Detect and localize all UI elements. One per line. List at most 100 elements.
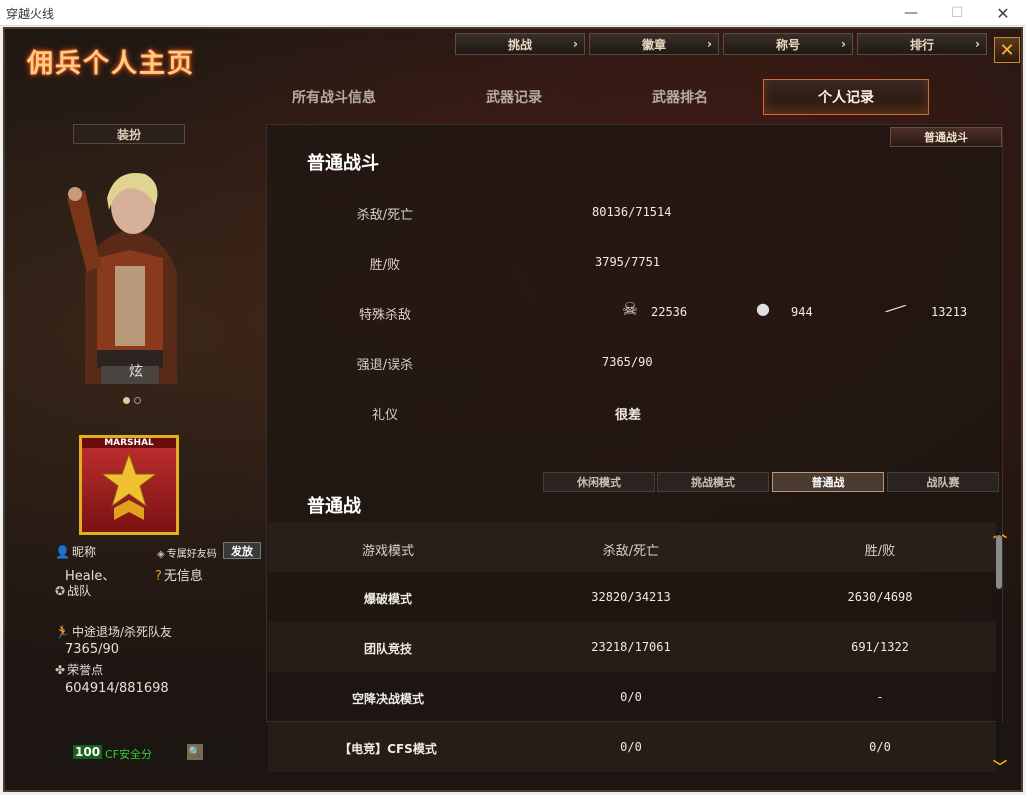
challenge-button-label: 挑战	[507, 37, 532, 52]
badge-button-label: 徽章	[641, 37, 666, 52]
row-kd: 23218/17061	[591, 640, 671, 654]
stat-label-etiquette: 礼仪	[371, 408, 398, 423]
row-kd: 0/0	[620, 690, 642, 704]
skull-icon: ☠	[622, 299, 639, 320]
friend-code-row: ◈ 专属好友码	[157, 545, 217, 560]
row-wl: 0/0	[869, 740, 891, 754]
ranking-button[interactable]: 排行 ›	[857, 33, 987, 55]
star-rank-icon	[100, 452, 158, 520]
stat-value-etiquette: 很差	[615, 408, 642, 423]
maximize-button[interactable]: ☐	[934, 0, 980, 26]
header-game-mode: 游戏模式	[361, 544, 414, 559]
title-button-label: 称号	[775, 37, 800, 52]
stat-label-kd: 杀敌/死亡	[356, 208, 414, 223]
header-kd: 杀敌/死亡	[602, 544, 660, 559]
normal-battle-button[interactable]: 普通战斗	[890, 127, 1002, 147]
window-title: 穿越火线	[6, 7, 55, 21]
minimize-button[interactable]: —	[888, 0, 934, 26]
search-icon[interactable]: 🔍	[187, 744, 203, 760]
chevron-right-icon: ›	[573, 37, 578, 51]
honor-label: 荣誉点	[67, 663, 104, 677]
no-info-text: 无信息	[163, 569, 203, 584]
tab-personal-records[interactable]: 个人记录	[763, 79, 929, 115]
tab-weapon-records[interactable]: 武器记录	[431, 79, 597, 115]
quit-label: 中途退场/杀死队友	[71, 625, 172, 639]
stat-label-quit: 强退/误杀	[356, 358, 414, 373]
stat-value-kd: 80136/71514	[592, 205, 672, 219]
nickname-row: 👤 昵称	[55, 543, 96, 560]
row-mode: 【电竞】CFS模式	[339, 742, 437, 756]
chevron-right-icon: ›	[707, 37, 712, 51]
grenade-icon: ●	[756, 299, 770, 318]
row-wl: -	[876, 690, 884, 704]
quit-value: 7365/90	[65, 642, 120, 657]
challenge-button[interactable]: 挑战 ›	[455, 33, 585, 55]
no-info-row: ? 无信息	[155, 565, 203, 584]
friend-code-label: 专属好友码	[166, 549, 217, 560]
ranking-button-label: 排行	[909, 37, 934, 52]
stat-label-wl: 胜/败	[369, 258, 401, 273]
nickname-label: 昵称	[71, 545, 96, 559]
normal-fight-title: 普通战斗	[307, 153, 379, 174]
badge-button[interactable]: 徽章 ›	[589, 33, 719, 55]
table-row: 爆破模式 32820/34213 2630/4698	[268, 572, 996, 622]
chevron-right-icon: ›	[841, 37, 846, 51]
team-icon: ✪	[55, 584, 66, 598]
team-row: ✪ 战队	[55, 582, 91, 599]
team-label: 战队	[67, 584, 92, 598]
row-kd: 32820/34213	[591, 590, 671, 604]
scrollbar-thumb[interactable]	[996, 535, 1002, 589]
row-mode: 空降决战模式	[351, 692, 424, 706]
header-wl: 胜/败	[864, 544, 896, 559]
table-row: 团队竞技 23218/17061 691/1322	[268, 622, 996, 672]
tab-normal-war[interactable]: 普通战	[772, 472, 884, 492]
table-row: 空降决战模式 0/0 -	[268, 672, 996, 722]
tag-icon: ◈	[157, 549, 165, 560]
stat-value-wl: 3795/7751	[595, 255, 661, 269]
row-mode: 爆破模式	[363, 592, 412, 606]
quit-row: 🏃 中途退场/杀死队友	[55, 623, 172, 640]
table-row: 【电竞】CFS模式 0/0 0/0	[268, 722, 996, 772]
window-close-button[interactable]: ✕	[980, 0, 1026, 26]
carousel-dot-active[interactable]	[123, 397, 130, 404]
tab-challenge-mode[interactable]: 挑战模式	[657, 472, 769, 492]
table-header: 游戏模式 杀敌/死亡 胜/败	[268, 522, 996, 572]
row-kd: 0/0	[620, 740, 642, 754]
security-score-bar: 100 CF安全分 🔍	[61, 742, 231, 764]
tab-weapon-ranking[interactable]: 武器排名	[597, 79, 763, 115]
close-icon[interactable]: ✕	[994, 37, 1020, 63]
normal-war-title: 普通战	[307, 496, 361, 517]
row-wl: 2630/4698	[847, 590, 913, 604]
person-icon: 👤	[55, 545, 70, 559]
chevron-right-icon: ›	[975, 37, 980, 51]
character-name: 炫	[129, 364, 143, 380]
special-kill-knife: 13213	[931, 305, 968, 319]
security-label: CF安全分	[105, 748, 153, 761]
title-button[interactable]: 称号 ›	[723, 33, 853, 55]
gift-button[interactable]: 发放	[223, 542, 261, 559]
rank-badge: MARSHAL	[79, 435, 179, 535]
honor-icon: ✤	[55, 663, 66, 677]
game-frame: 佣兵个人主页 挑战 › 徽章 › 称号 › 排行 › ✕ 所有战斗信息 武器记录 武器排…	[3, 27, 1023, 792]
honor-value: 604914/881698	[65, 681, 169, 696]
costume-button[interactable]: 装扮	[73, 124, 185, 144]
character-portrait	[67, 173, 177, 384]
tab-clan-war[interactable]: 战队赛	[887, 472, 999, 492]
carousel-dots[interactable]	[123, 389, 145, 408]
row-mode: 团队竞技	[363, 642, 412, 656]
special-kill-grenade: 944	[791, 305, 813, 319]
tab-casual-mode[interactable]: 休闲模式	[543, 472, 655, 492]
scroll-down-icon[interactable]: ﹀	[993, 757, 1007, 777]
security-score: 100	[73, 745, 103, 759]
row-wl: 691/1322	[851, 640, 909, 654]
special-kill-headshot: 22536	[651, 305, 688, 319]
honor-row: ✤ 荣誉点	[55, 661, 103, 678]
carousel-dot[interactable]	[134, 397, 141, 404]
stat-value-quit: 7365/90	[602, 355, 653, 369]
window-titlebar: 穿越火线 — ☐ ✕	[0, 0, 1026, 26]
tab-all-battle-info[interactable]: 所有战斗信息	[251, 79, 417, 115]
page-title: 佣兵个人主页	[27, 49, 196, 79]
question-icon: ?	[155, 569, 162, 584]
running-icon: 🏃	[55, 625, 70, 639]
stat-label-special: 特殊杀敌	[358, 308, 411, 323]
